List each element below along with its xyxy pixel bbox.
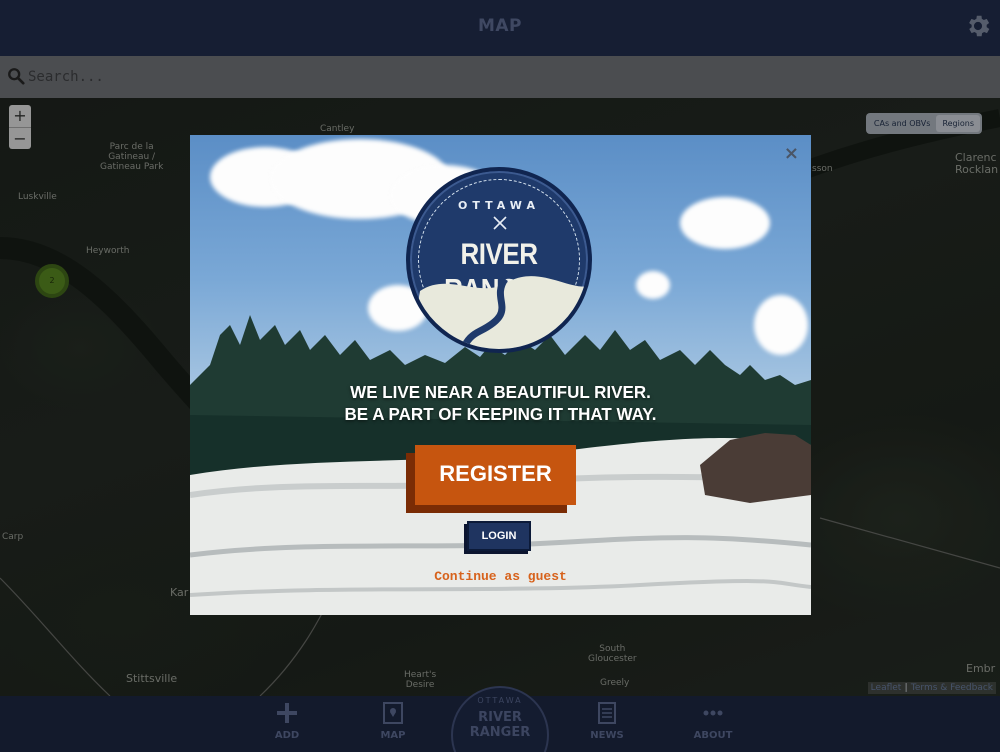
nav-about-label: ABOUT xyxy=(693,730,733,741)
continue-as-guest-link[interactable]: Continue as guest xyxy=(190,569,811,584)
register-button[interactable]: REGISTER xyxy=(415,445,576,505)
close-icon[interactable]: × xyxy=(784,143,799,164)
nav-news-label: NEWS xyxy=(590,730,624,741)
nav-logo-title: RIVER RANGER xyxy=(469,710,531,740)
river-ranger-badge-logo: OTTAWA RIVER RANGER xyxy=(406,167,592,353)
nav-map[interactable]: MAP xyxy=(363,702,423,741)
bottom-nav: ADD MAP OTTAWA RIVER RANGER NEWS ABOUT xyxy=(0,686,1000,752)
plus-icon xyxy=(277,703,297,723)
badge-river-graphic xyxy=(410,276,588,349)
crossed-paddles-icon xyxy=(493,216,507,230)
gear-icon[interactable] xyxy=(964,12,992,40)
login-button[interactable]: LOGIN xyxy=(467,521,531,551)
map-pin-icon xyxy=(383,702,403,724)
page-title: MAP xyxy=(477,16,523,36)
search-input[interactable] xyxy=(28,64,968,90)
nav-add[interactable]: ADD xyxy=(257,702,317,741)
tagline-line-2: BE A PART OF KEEPING IT THAT WAY. xyxy=(344,404,657,424)
more-dots-icon xyxy=(703,710,723,716)
nav-about[interactable]: ABOUT xyxy=(683,702,743,741)
badge-top-text: OTTAWA xyxy=(458,199,540,212)
search-bar xyxy=(0,56,1000,98)
tagline: WE LIVE NEAR A BEAUTIFUL RIVER. BE A PAR… xyxy=(190,381,811,425)
welcome-modal: × OTTAWA RIVER RANGER WE LIVE NEAR A BEA… xyxy=(190,135,811,615)
news-icon xyxy=(598,702,616,724)
nav-map-label: MAP xyxy=(380,730,406,741)
search-icon xyxy=(8,68,25,85)
nav-logo-top: OTTAWA xyxy=(477,696,523,705)
tagline-line-1: WE LIVE NEAR A BEAUTIFUL RIVER. xyxy=(350,382,651,402)
nav-news[interactable]: NEWS xyxy=(577,702,637,741)
nav-add-label: ADD xyxy=(274,730,300,741)
nav-logo[interactable]: OTTAWA RIVER RANGER xyxy=(451,686,549,752)
top-bar: MAP xyxy=(0,0,1000,56)
